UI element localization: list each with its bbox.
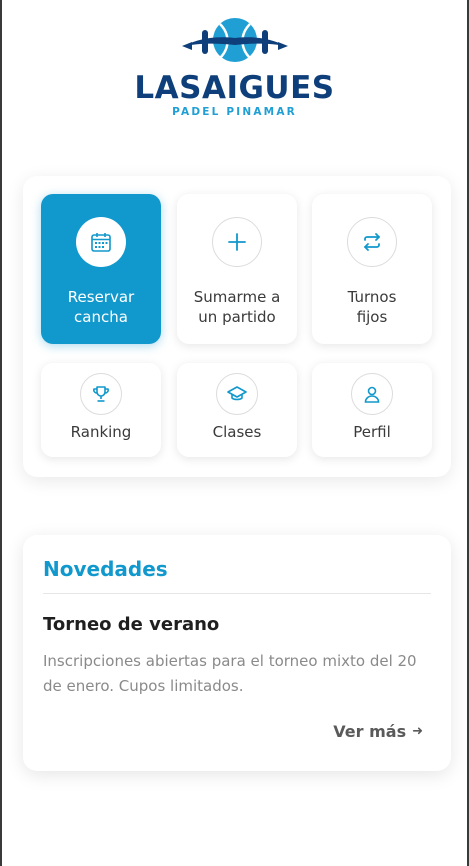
repeat-icon: [347, 217, 397, 267]
news-title: Torneo de verano: [43, 614, 220, 635]
menu-item-ranking[interactable]: Ranking: [41, 363, 161, 457]
plus-icon: [212, 217, 262, 267]
menu-item-sumarme-partido[interactable]: Sumarme a un partido: [177, 194, 297, 344]
menu-item-label: Sumarme a un partido: [193, 288, 281, 326]
trophy-icon: [80, 373, 122, 415]
padel-ball-logo-icon: [181, 18, 288, 62]
menu-item-turnos-fijos[interactable]: Turnos fijos: [312, 194, 432, 344]
main-menu: Reservar cancha Sumarme a un partido Tur…: [23, 176, 451, 477]
menu-item-perfil[interactable]: Perfil: [312, 363, 432, 457]
menu-item-label: Ranking: [70, 423, 132, 441]
menu-item-reservar-cancha[interactable]: Reservar cancha: [41, 194, 161, 344]
app-screen: LASAIGUES PADEL PINAMAR Reservar cancha: [0, 0, 469, 866]
news-divider: [43, 593, 431, 594]
news-heading: Novedades: [43, 557, 168, 581]
calendar-icon: [76, 217, 126, 267]
news-card: Novedades Torneo de verano Inscripciones…: [23, 535, 451, 771]
brand-name: LASAIGUES: [134, 70, 335, 106]
news-body: Inscripciones abiertas para el torneo mi…: [43, 652, 417, 695]
graduation-cap-icon: [216, 373, 258, 415]
see-more-label: Ver más: [333, 722, 407, 741]
brand-logo: LASAIGUES PADEL PINAMAR: [2, 12, 467, 118]
menu-item-label: Turnos fijos: [347, 288, 397, 326]
user-icon: [351, 373, 393, 415]
menu-item-clases[interactable]: Clases: [177, 363, 297, 457]
menu-item-label: Clases: [212, 423, 262, 441]
menu-item-label: Perfil: [353, 423, 391, 441]
arrow-right-icon: ➜: [412, 724, 423, 739]
menu-item-label: Reservar cancha: [67, 288, 135, 326]
brand-tagline: PADEL PINAMAR: [172, 106, 297, 118]
see-more-link[interactable]: Ver más ➜: [333, 722, 423, 741]
